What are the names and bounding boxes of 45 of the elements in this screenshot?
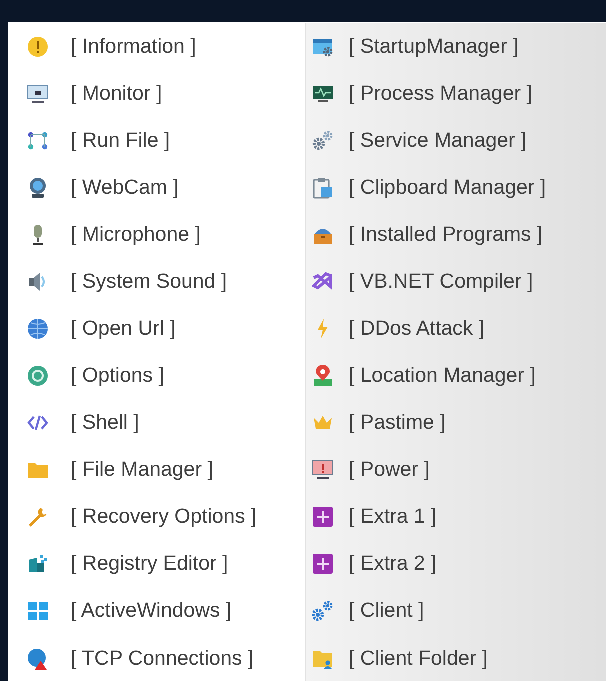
menu-item[interactable]: [ Information ] bbox=[8, 23, 305, 70]
plus-square-icon bbox=[312, 506, 334, 528]
menu-item[interactable]: [ ActiveWindows ] bbox=[8, 588, 305, 636]
webcam-icon bbox=[27, 176, 49, 199]
menu-item[interactable]: [ Monitor ] bbox=[8, 70, 305, 118]
globe-alert-icon bbox=[27, 648, 49, 670]
menu-item[interactable]: [ Microphone ] bbox=[8, 211, 305, 258]
menu-item[interactable]: [ Shell ] bbox=[8, 400, 305, 447]
monitor-icon bbox=[27, 82, 49, 105]
menu-item[interactable]: [ Client Folder ] bbox=[306, 635, 606, 681]
menu-item[interactable]: [ Extra 1 ] bbox=[306, 494, 606, 541]
map-pin-icon bbox=[312, 365, 334, 388]
settings-icon bbox=[27, 365, 49, 388]
gears-icon bbox=[312, 130, 334, 152]
menu-item[interactable]: [ Extra 2 ] bbox=[306, 540, 606, 588]
gears-icon bbox=[312, 600, 334, 622]
visual-studio-icon bbox=[312, 270, 334, 293]
plus-square-icon bbox=[312, 553, 334, 576]
menu-item[interactable]: [ Clipboard Manager ] bbox=[306, 164, 606, 212]
menu-item[interactable]: [ Options ] bbox=[8, 352, 305, 400]
menu-item[interactable]: [ System Sound ] bbox=[8, 258, 305, 306]
menu-item[interactable]: [ VB.NET Compiler ] bbox=[306, 258, 606, 306]
globe-icon bbox=[27, 318, 49, 340]
clipboard-icon bbox=[312, 176, 334, 199]
menu-item[interactable]: [ Process Manager ] bbox=[306, 70, 606, 118]
menu-item[interactable]: [ Location Manager ] bbox=[306, 352, 606, 400]
menu-item[interactable]: [ Installed Programs ] bbox=[306, 211, 606, 258]
nodes-icon bbox=[27, 130, 49, 152]
menu-item[interactable]: [ Service Manager ] bbox=[306, 117, 606, 164]
menu-item[interactable]: [ TCP Connections ] bbox=[8, 635, 305, 681]
menu-item[interactable]: [ WebCam ] bbox=[8, 164, 305, 212]
menu-item[interactable]: [ Pastime ] bbox=[306, 400, 606, 447]
menu-item[interactable]: [ Open Url ] bbox=[8, 305, 305, 353]
menu-item[interactable]: [ Client ] bbox=[306, 588, 606, 636]
menu-item[interactable]: [ Run File ] bbox=[8, 117, 305, 164]
warning-icon bbox=[27, 36, 49, 58]
menu-item[interactable]: [ Registry Editor ] bbox=[8, 540, 305, 588]
menu-item[interactable]: [ Power ] bbox=[306, 446, 606, 494]
menu-item[interactable]: [ DDos Attack ] bbox=[306, 305, 606, 353]
wrench-icon bbox=[27, 506, 49, 528]
monitor-alert-icon bbox=[312, 459, 334, 482]
menu-item[interactable]: [ Recovery Options ] bbox=[8, 494, 305, 541]
menu-item[interactable]: [ File Manager ] bbox=[8, 446, 305, 494]
menu-item[interactable]: [ StartupManager ] bbox=[306, 23, 606, 70]
windows-icon bbox=[27, 600, 49, 622]
